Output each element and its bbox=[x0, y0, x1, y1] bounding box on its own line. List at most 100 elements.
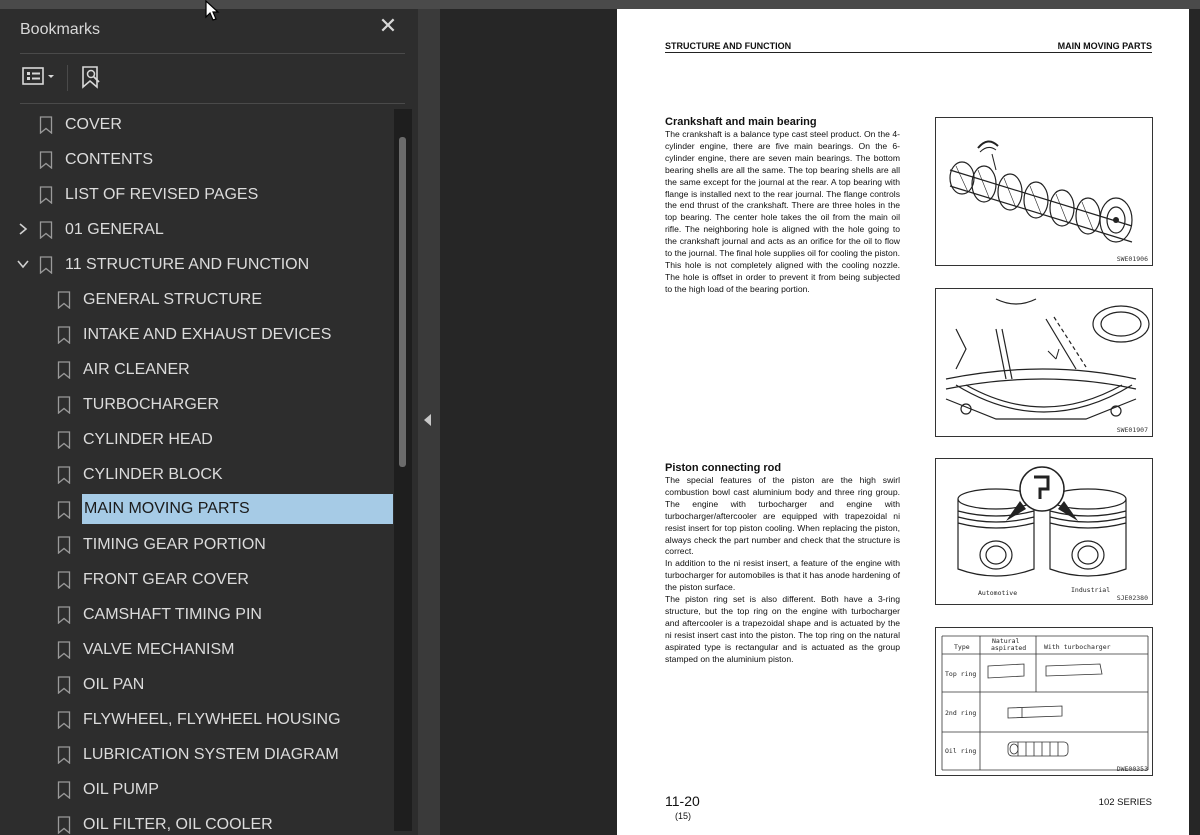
toolbar-divider bbox=[67, 65, 68, 91]
bookmark-icon bbox=[57, 816, 71, 834]
bookmark-icon bbox=[39, 186, 53, 204]
bookmark-label: INTAKE AND EXHAUST DEVICES bbox=[83, 326, 332, 343]
figure-code: DWE00353 bbox=[1116, 765, 1148, 773]
bookmark-label: TURBOCHARGER bbox=[83, 396, 220, 413]
bookmark-icon bbox=[39, 151, 53, 169]
bookmark-item[interactable]: TIMING GEAR PORTION bbox=[0, 529, 393, 561]
bookmark-icon bbox=[39, 221, 53, 239]
bookmark-label: COVER bbox=[65, 116, 122, 133]
bookmark-icon bbox=[57, 431, 71, 449]
bookmark-label: CYLINDER BLOCK bbox=[83, 466, 223, 483]
bookmark-icon bbox=[57, 291, 71, 309]
page-header-left: STRUCTURE AND FUNCTION bbox=[665, 41, 792, 51]
bookmark-label: VALVE MECHANISM bbox=[83, 641, 235, 658]
bookmark-icon bbox=[57, 326, 71, 344]
bookmark-icon bbox=[39, 116, 53, 134]
divider bbox=[20, 53, 405, 54]
bookmark-item[interactable]: INTAKE AND EXHAUST DEVICES bbox=[0, 319, 393, 351]
chevron-right-icon[interactable] bbox=[16, 222, 30, 236]
document-page: STRUCTURE AND FUNCTION MAIN MOVING PARTS… bbox=[617, 9, 1189, 835]
bookmark-label: OIL FILTER, OIL COOLER bbox=[83, 816, 273, 833]
bookmark-item[interactable]: CONTENTS bbox=[0, 144, 393, 176]
mouse-pointer-icon bbox=[205, 0, 220, 21]
bookmark-label: LIST OF REVISED PAGES bbox=[65, 186, 259, 203]
bookmark-label: FRONT GEAR COVER bbox=[83, 571, 249, 588]
section-body-piston: The special features of the piston are t… bbox=[665, 475, 900, 664]
canvas-edge bbox=[1189, 9, 1200, 835]
bookmark-icon bbox=[57, 501, 71, 519]
figure-ring-table: Type Natural aspirated With turbocharger… bbox=[935, 627, 1153, 776]
bookmark-icon bbox=[57, 641, 71, 659]
bookmark-item[interactable]: VALVE MECHANISM bbox=[0, 634, 393, 666]
bookmark-item[interactable]: AIR CLEANER bbox=[0, 354, 393, 386]
close-icon[interactable]: ✕ bbox=[377, 15, 399, 37]
page-number: 11-20 bbox=[665, 793, 700, 809]
bookmark-label: OIL PAN bbox=[83, 676, 145, 693]
bookmark-tree: COVER CONTENTS LIST OF REVISED PAGES 01 GEN… bbox=[0, 109, 398, 835]
section-title-piston: Piston connecting rod bbox=[665, 462, 782, 474]
bearing-drawing bbox=[945, 298, 1150, 420]
bookmark-item[interactable]: 11 STRUCTURE AND FUNCTION bbox=[0, 249, 393, 281]
bookmark-label: LUBRICATION SYSTEM DIAGRAM bbox=[83, 746, 339, 763]
page-header-right: MAIN MOVING PARTS bbox=[1057, 41, 1152, 51]
bookmark-item[interactable]: OIL PUMP bbox=[0, 774, 393, 806]
bookmark-item[interactable]: MAIN MOVING PARTS bbox=[0, 494, 393, 526]
bookmark-label: CONTENTS bbox=[65, 151, 153, 168]
bookmark-item[interactable]: OIL PAN bbox=[0, 669, 393, 701]
bookmark-item[interactable]: 01 GENERAL bbox=[0, 214, 393, 246]
bookmark-item[interactable]: CYLINDER BLOCK bbox=[0, 459, 393, 491]
bookmark-label: 01 GENERAL bbox=[65, 221, 164, 238]
section-title-crankshaft: Crankshaft and main bearing bbox=[665, 116, 817, 128]
bookmark-icon bbox=[57, 571, 71, 589]
bookmark-item[interactable]: FLYWHEEL, FLYWHEEL HOUSING bbox=[0, 704, 393, 736]
bookmark-label: CYLINDER HEAD bbox=[83, 431, 213, 448]
scrollbar-thumb[interactable] bbox=[399, 137, 406, 467]
bookmark-icon bbox=[57, 676, 71, 694]
bookmark-icon bbox=[57, 361, 71, 379]
bookmark-icon bbox=[57, 536, 71, 554]
chevron-down-icon[interactable] bbox=[16, 257, 30, 271]
window-top-strip bbox=[0, 0, 1200, 9]
bookmark-icon bbox=[57, 466, 71, 484]
bookmark-item[interactable]: LIST OF REVISED PAGES bbox=[0, 179, 393, 211]
options-menu-icon bbox=[22, 67, 54, 85]
bookmark-item[interactable]: OIL FILTER, OIL COOLER bbox=[0, 809, 393, 835]
options-menu-button[interactable] bbox=[22, 65, 58, 89]
bookmark-label: FLYWHEEL, FLYWHEEL HOUSING bbox=[83, 711, 341, 728]
figure-crankshaft: SWE01906 bbox=[935, 117, 1153, 266]
figure-code: SWE01906 bbox=[1116, 255, 1148, 263]
find-bookmark-icon bbox=[82, 66, 100, 89]
bookmark-item[interactable]: GENERAL STRUCTURE bbox=[0, 284, 393, 316]
find-bookmark-button[interactable] bbox=[80, 65, 104, 89]
bookmark-label: OIL PUMP bbox=[83, 781, 159, 798]
table-header-natural-2: aspirated bbox=[991, 644, 1027, 652]
bookmark-item[interactable]: TURBOCHARGER bbox=[0, 389, 393, 421]
page-sub-number: (15) bbox=[675, 811, 692, 821]
collapse-panel-arrow-icon[interactable] bbox=[424, 414, 431, 426]
bookmark-label: CAMSHAFT TIMING PIN bbox=[83, 606, 262, 623]
bookmark-label: 11 STRUCTURE AND FUNCTION bbox=[65, 256, 310, 273]
bookmarks-panel: Bookmarks ✕ COVER CONTENTS LIST OF REVISED… bbox=[0, 9, 418, 835]
figure-code: SJE02380 bbox=[1116, 594, 1148, 602]
document-canvas bbox=[440, 9, 617, 835]
bookmark-icon bbox=[39, 256, 53, 274]
section-body-crankshaft: The crankshaft is a balance type cast st… bbox=[665, 129, 900, 294]
label-industrial: Industrial bbox=[1071, 586, 1111, 594]
divider bbox=[20, 103, 405, 104]
figure-bearing: SWE01907 bbox=[935, 288, 1153, 437]
bookmark-item[interactable]: CAMSHAFT TIMING PIN bbox=[0, 599, 393, 631]
bookmark-item[interactable]: CYLINDER HEAD bbox=[0, 424, 393, 456]
label-automotive: Automotive bbox=[978, 589, 1018, 597]
bookmark-icon bbox=[57, 781, 71, 799]
bookmark-label: AIR CLEANER bbox=[83, 361, 190, 378]
bookmark-item[interactable]: COVER bbox=[0, 109, 393, 141]
bookmark-item[interactable]: FRONT GEAR COVER bbox=[0, 564, 393, 596]
bookmark-label: MAIN MOVING PARTS bbox=[82, 494, 393, 524]
bookmark-icon bbox=[57, 396, 71, 414]
table-row-label: 2nd ring bbox=[945, 709, 977, 717]
header-rule bbox=[665, 52, 1152, 53]
table-header-type: Type bbox=[954, 643, 970, 651]
bookmark-icon bbox=[57, 711, 71, 729]
series-label: 102 SERIES bbox=[1098, 797, 1152, 808]
bookmark-item[interactable]: LUBRICATION SYSTEM DIAGRAM bbox=[0, 739, 393, 771]
